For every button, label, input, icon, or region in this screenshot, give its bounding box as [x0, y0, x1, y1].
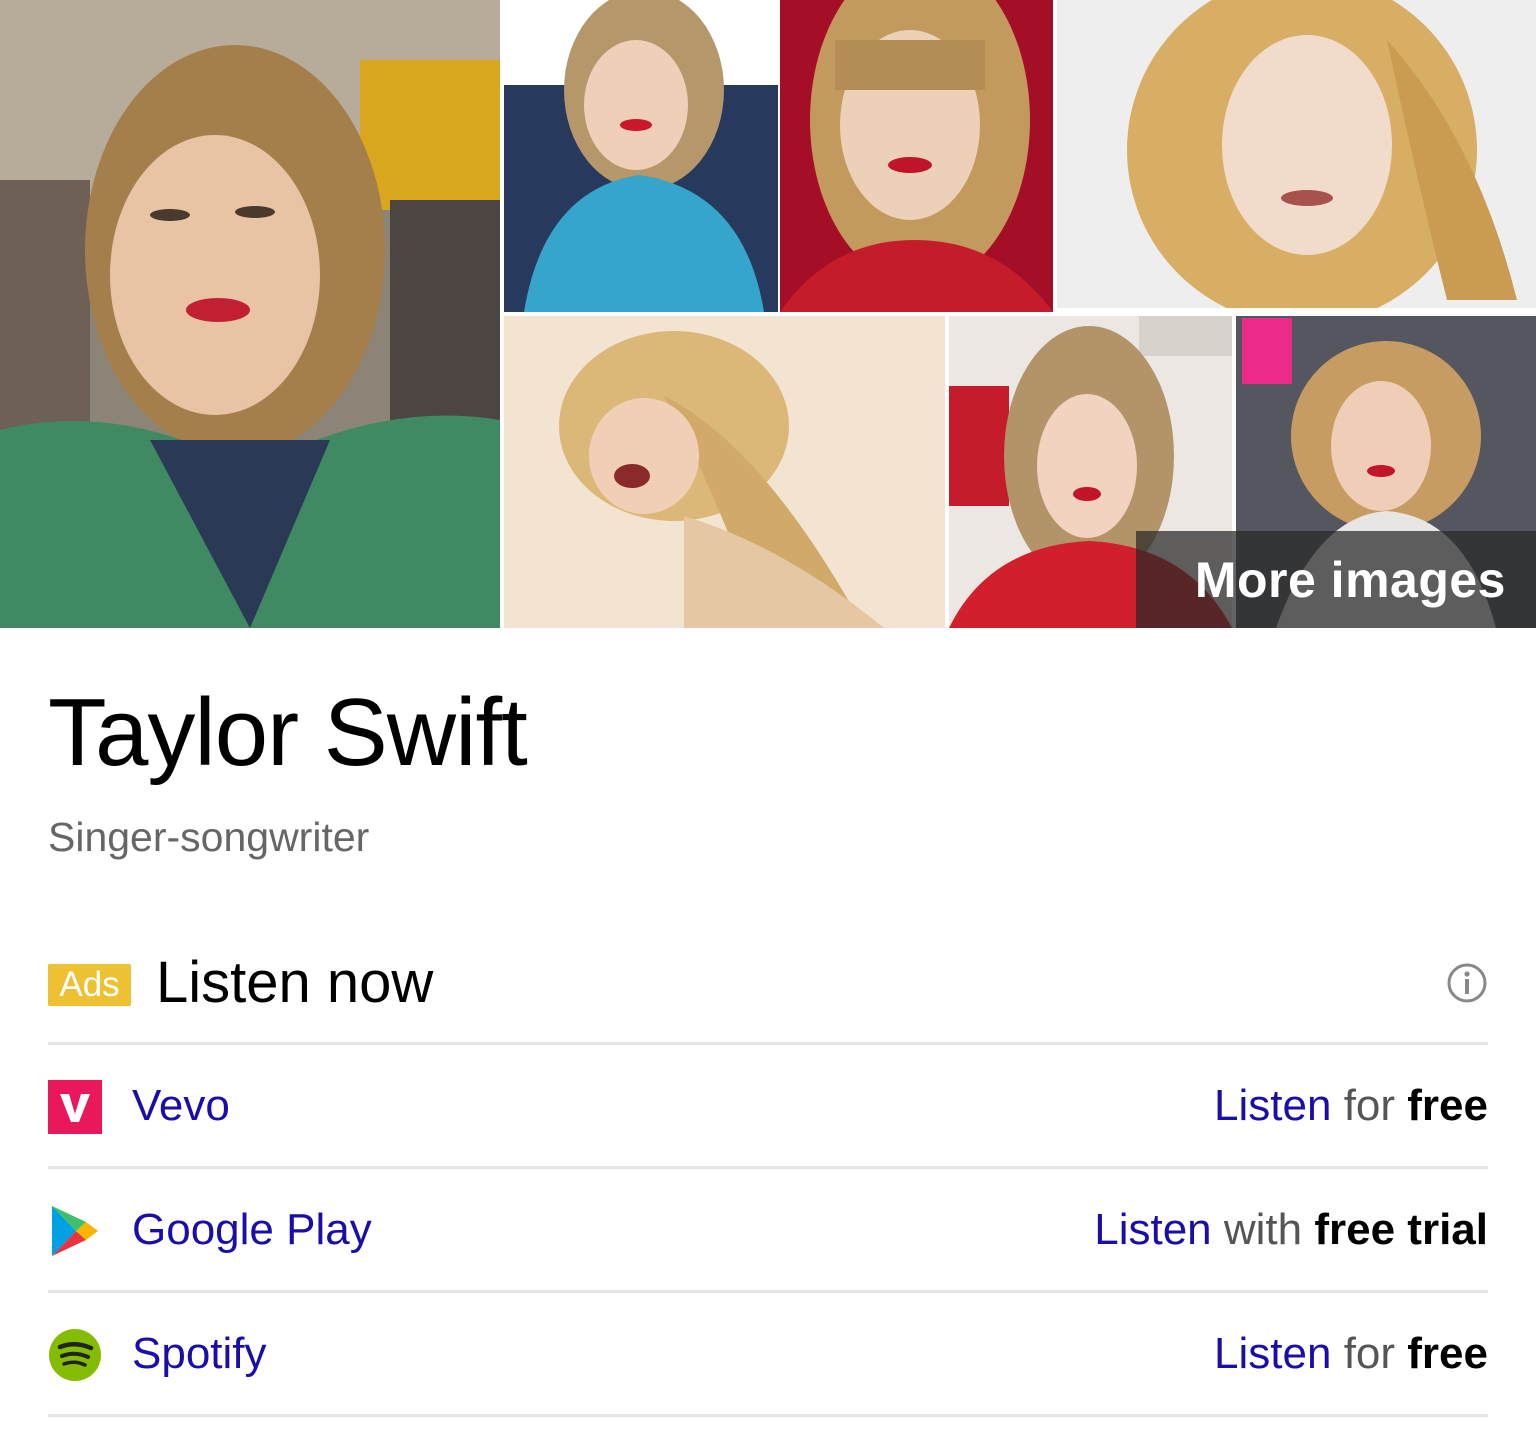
entity-title: Taylor Swift [48, 679, 528, 786]
cta-offer: free [1407, 1081, 1488, 1130]
provider-name[interactable]: Vevo [132, 1078, 230, 1134]
info-icon[interactable] [1446, 962, 1488, 1004]
google-play-icon [48, 1204, 102, 1258]
gallery-photo-3[interactable] [780, 0, 1053, 312]
ads-heading: Listen now [156, 950, 434, 1015]
divider [48, 1166, 1488, 1169]
entity-subtitle: Singer-songwriter [48, 814, 370, 860]
divider [48, 1042, 1488, 1045]
cta-link[interactable]: Listen [1214, 1329, 1331, 1378]
cta-link[interactable]: Listen [1214, 1081, 1331, 1130]
cta-link[interactable]: Listen [1094, 1205, 1211, 1254]
listen-option-google-play[interactable]: Google Play Listen with free trial [48, 1180, 1488, 1280]
cta-connector: for [1343, 1081, 1396, 1130]
gallery-photo-1[interactable] [0, 0, 500, 628]
spotify-icon [48, 1328, 102, 1382]
listen-cta[interactable]: Listen with free trial [1094, 1202, 1488, 1258]
listen-cta[interactable]: Listen for free [1214, 1078, 1488, 1134]
divider [48, 1290, 1488, 1293]
divider [48, 1414, 1488, 1417]
cta-connector: for [1343, 1329, 1396, 1378]
cta-offer: free trial [1314, 1205, 1488, 1254]
ads-header: Ads Listen now [48, 948, 1488, 1018]
listen-option-vevo[interactable]: Vevo Listen for free [48, 1056, 1488, 1156]
gallery-photo-2[interactable] [504, 0, 778, 312]
cta-offer: free [1407, 1329, 1488, 1378]
more-images-button[interactable]: More images [1136, 531, 1536, 628]
ads-badge: Ads [48, 964, 131, 1006]
listen-option-spotify[interactable]: Spotify Listen for free [48, 1304, 1488, 1404]
gallery-photo-5[interactable] [504, 316, 945, 628]
cta-connector: with [1223, 1205, 1303, 1254]
vevo-icon [48, 1080, 102, 1134]
provider-name[interactable]: Spotify [132, 1326, 267, 1382]
listen-cta[interactable]: Listen for free [1214, 1326, 1488, 1382]
gallery-photo-4[interactable] [1057, 0, 1536, 308]
provider-name[interactable]: Google Play [132, 1202, 372, 1258]
image-gallery: More images [0, 0, 1536, 628]
